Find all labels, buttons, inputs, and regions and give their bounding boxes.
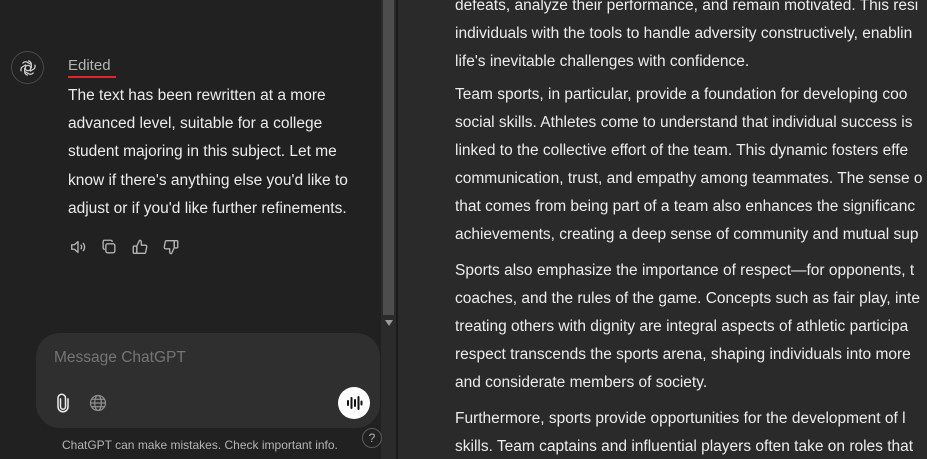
voice-waveform-icon bbox=[347, 396, 363, 410]
thumbs-up-icon bbox=[132, 239, 148, 254]
message-line: The text has been rewritten at a more bbox=[68, 87, 326, 104]
message-actions bbox=[69, 238, 180, 256]
scroll-down-arrow[interactable] bbox=[383, 318, 394, 328]
paragraph-line: achievements, creating a deep sense of c… bbox=[455, 226, 919, 243]
paragraph-line: Furthermore, sports provide opportunitie… bbox=[455, 410, 906, 427]
search-web-button[interactable] bbox=[87, 392, 109, 414]
message-line: student majoring in this subject. Let me bbox=[68, 143, 337, 161]
chat-scrollbar-thumb[interactable] bbox=[383, 0, 394, 315]
disclaimer-text: ChatGPT can make mistakes. Check importa… bbox=[62, 438, 338, 452]
copy-icon bbox=[102, 239, 116, 254]
edited-underline bbox=[68, 76, 116, 78]
message-composer bbox=[36, 333, 380, 428]
openai-logo-icon bbox=[19, 59, 36, 76]
paragraph-line: life's inevitable challenges with confid… bbox=[455, 53, 750, 70]
paragraph-line: coaches, and the rules of the game. Conc… bbox=[455, 290, 920, 307]
help-button[interactable]: ? bbox=[362, 428, 382, 448]
read-aloud-icon bbox=[71, 240, 86, 254]
attach-file-button[interactable] bbox=[52, 392, 74, 414]
assistant-message: The text has been rewritten at a more ad… bbox=[68, 82, 373, 223]
paragraph-line: Team sports, in particular, provide a fo… bbox=[455, 86, 908, 103]
document-canvas[interactable]: defeats, analyze their performance, and … bbox=[398, 0, 927, 459]
message-input[interactable] bbox=[54, 349, 354, 367]
paragraph-line: and considerate members of society. bbox=[455, 374, 708, 391]
thumbs-down-button[interactable] bbox=[162, 238, 180, 256]
document-paragraph: Team sports, in particular, provide a fo… bbox=[455, 81, 927, 249]
copy-button[interactable] bbox=[100, 238, 118, 256]
message-line: adjust or if you'd like further refineme… bbox=[68, 199, 347, 217]
voice-mode-button[interactable] bbox=[338, 387, 370, 419]
paragraph-line: linked to the collective effort of the t… bbox=[455, 142, 909, 159]
globe-icon bbox=[89, 394, 107, 412]
chatgpt-avatar bbox=[11, 51, 44, 84]
document-paragraph: Sports also emphasize the importance of … bbox=[455, 257, 927, 397]
paragraph-line: individuals with the tools to handle adv… bbox=[455, 25, 913, 42]
edited-label[interactable]: Edited bbox=[68, 57, 111, 74]
message-line: know if there's anything else you'd like… bbox=[68, 171, 348, 189]
paragraph-line: treating others with dignity are integra… bbox=[455, 318, 909, 335]
paragraph-line: Sports also emphasize the importance of … bbox=[455, 262, 915, 279]
paragraph-line: respect transcends the sports arena, sha… bbox=[455, 346, 911, 363]
paragraph-line: skills. Team captains and influential pl… bbox=[455, 438, 914, 455]
paragraph-line: defeats, analyze their performance, and … bbox=[455, 0, 919, 14]
document-paragraph: Furthermore, sports provide opportunitie… bbox=[455, 405, 927, 459]
message-line: advanced level, suitable for a college bbox=[68, 115, 323, 133]
document-paragraph: defeats, analyze their performance, and … bbox=[455, 0, 927, 76]
paperclip-icon bbox=[57, 393, 69, 413]
triangle-down-icon bbox=[384, 320, 393, 326]
paragraph-line: that comes from being part of a team als… bbox=[455, 198, 916, 215]
thumbs-down-icon bbox=[163, 240, 179, 255]
thumbs-up-button[interactable] bbox=[131, 238, 149, 256]
read-aloud-button[interactable] bbox=[69, 238, 87, 256]
paragraph-line: social skills. Athletes come to understa… bbox=[455, 114, 913, 131]
paragraph-line: communication, trust, and empathy among … bbox=[455, 170, 923, 187]
